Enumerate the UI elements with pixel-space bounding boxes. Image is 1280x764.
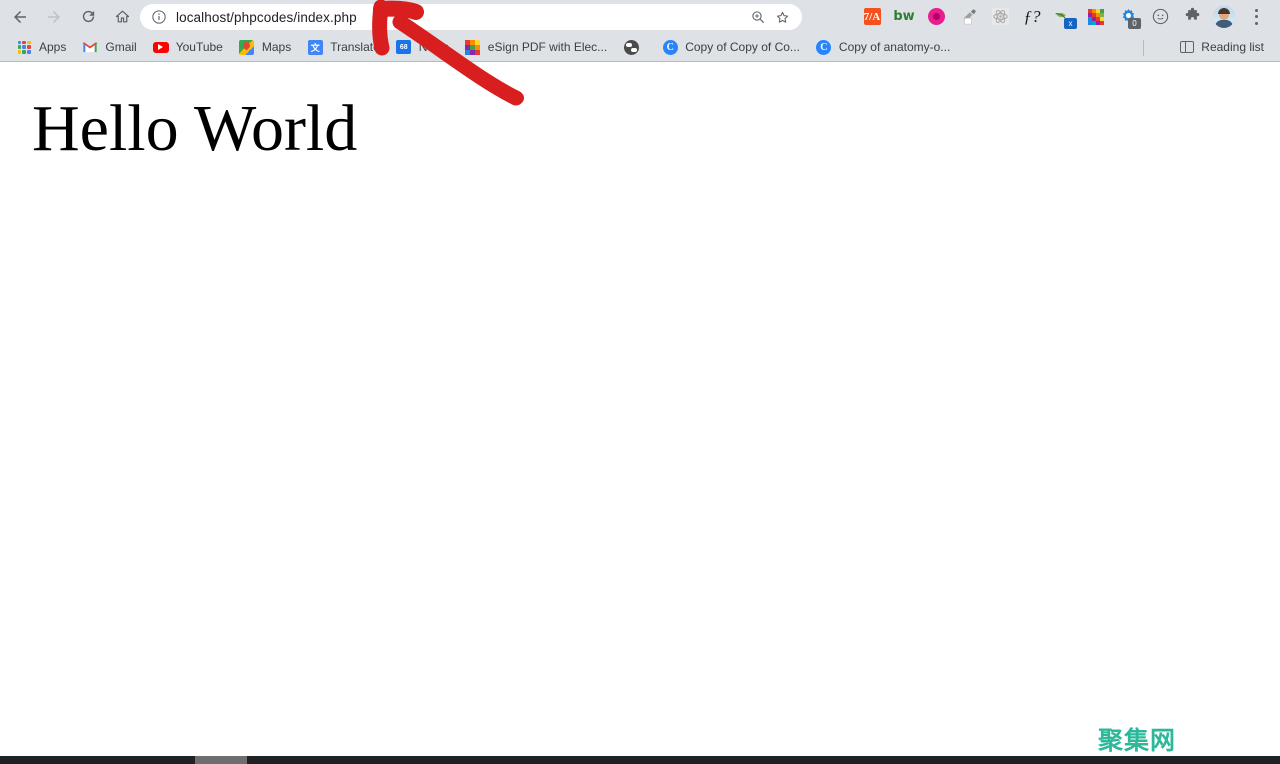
watermark-text: 聚集网 [1098, 726, 1177, 755]
reading-list-label: Reading list [1201, 40, 1264, 54]
bookmark-label: eSign PDF with Elec... [487, 40, 608, 54]
color-grid-extension-icon[interactable] [1080, 0, 1112, 33]
forward-button[interactable] [40, 3, 68, 31]
forward-arrow-icon [48, 10, 60, 23]
bookmark-label: Copy of anatomy-o... [838, 40, 951, 54]
browser-window: localhost/phpcodes/index.php 7/A bw ƒ? x… [0, 0, 1280, 764]
bookmark-label: News [418, 40, 449, 54]
news-icon: 68 [396, 39, 412, 55]
rainbow-grid-icon [465, 39, 481, 55]
bookmarks-bar: Apps Gmail YouTube Maps 文 Translate 68 N… [0, 33, 1280, 62]
reading-list-button[interactable]: Reading list [1172, 36, 1272, 58]
bookmark-youtube[interactable]: YouTube [145, 36, 231, 58]
atom-extension-icon[interactable] [984, 0, 1016, 33]
bw-extension-icon[interactable]: bw [888, 0, 920, 33]
home-icon [115, 10, 129, 23]
menu-dots [1248, 8, 1264, 26]
bookmark-globe[interactable] [615, 36, 654, 58]
function-question-glyph: ƒ? [1023, 6, 1041, 26]
extension-toolbar: 7/A bw ƒ? x 0 [856, 0, 1272, 33]
smiley-extension-icon[interactable] [1144, 0, 1176, 33]
seven-a-glyph: 7/A [863, 8, 881, 25]
bookmark-esign-pdf[interactable]: eSign PDF with Elec... [457, 36, 615, 58]
page-title: Hello World [32, 92, 358, 165]
c-circle-icon: C [662, 39, 678, 55]
apps-grid-icon [16, 39, 32, 55]
pink-eye-extension-icon[interactable] [920, 0, 952, 33]
c-circle-icon: C [816, 39, 832, 55]
atom-icon [991, 7, 1009, 26]
eyedropper-icon [963, 9, 976, 24]
avatar[interactable] [1208, 0, 1240, 33]
bookmark-translate[interactable]: 文 Translate [299, 36, 388, 58]
bookmark-maps[interactable]: Maps [231, 36, 299, 58]
home-button[interactable] [108, 3, 136, 31]
seven-a-extension-icon[interactable]: 7/A [856, 0, 888, 33]
page-content: Hello World [0, 62, 1280, 756]
excel-badge: x [1064, 18, 1077, 29]
bookmark-label: Maps [261, 40, 292, 54]
function-question-extension-icon[interactable]: ƒ? [1016, 0, 1048, 33]
bookmarks-divider [1143, 40, 1144, 56]
bw-glyph: bw [893, 9, 915, 24]
translate-icon: 文 [307, 39, 323, 55]
profile-avatar-image [1213, 5, 1235, 28]
bookmark-apps[interactable]: Apps [8, 36, 74, 58]
smiley-icon [1152, 8, 1168, 25]
maps-icon [239, 39, 255, 55]
bookmark-copy-of-copy[interactable]: C Copy of Copy of Co... [654, 36, 808, 58]
excel-export-extension-icon[interactable]: x [1048, 0, 1080, 33]
zoom-magnifier-icon[interactable] [746, 5, 770, 29]
info-circle-icon[interactable] [151, 9, 167, 25]
omnibox-actions [746, 5, 802, 29]
bookmark-label: Apps [39, 40, 67, 54]
globe-icon [623, 39, 639, 55]
bookmark-label: YouTube [175, 40, 223, 54]
rainbow-grid-icon [1088, 8, 1104, 25]
bookmark-label: Gmail [105, 40, 137, 54]
star-outline-icon[interactable] [770, 5, 794, 29]
browser-toolbar: localhost/phpcodes/index.php 7/A bw ƒ? x… [0, 0, 1280, 33]
three-dot-menu-icon[interactable] [1240, 0, 1272, 33]
back-arrow-icon [14, 10, 26, 23]
bookmark-gmail[interactable]: Gmail [74, 36, 144, 58]
bookmark-copy-of-anatomy[interactable]: C Copy of anatomy-o... [808, 36, 958, 58]
youtube-icon [152, 39, 169, 55]
puzzle-piece-icon[interactable] [1176, 0, 1208, 33]
bookmark-label: Translate [330, 40, 380, 54]
gear-badge: 0 [1128, 18, 1141, 29]
eye-circle-icon [927, 8, 945, 25]
bookmark-label: Copy of Copy of Co... [685, 40, 800, 54]
reading-list-icon [1180, 41, 1195, 53]
bottom-edge-strip [0, 756, 1280, 764]
reload-button[interactable] [74, 3, 102, 31]
back-button[interactable] [6, 3, 34, 31]
url-text[interactable]: localhost/phpcodes/index.php [176, 10, 357, 25]
gmail-icon [82, 39, 98, 55]
bookmark-news[interactable]: 68 News [388, 36, 457, 58]
bottom-strip-segment [195, 756, 247, 764]
reload-icon [82, 10, 94, 23]
gear-counter-extension-icon[interactable]: 0 [1112, 0, 1144, 33]
address-bar[interactable]: localhost/phpcodes/index.php [140, 4, 802, 30]
eyedropper-extension-icon[interactable] [952, 0, 984, 33]
